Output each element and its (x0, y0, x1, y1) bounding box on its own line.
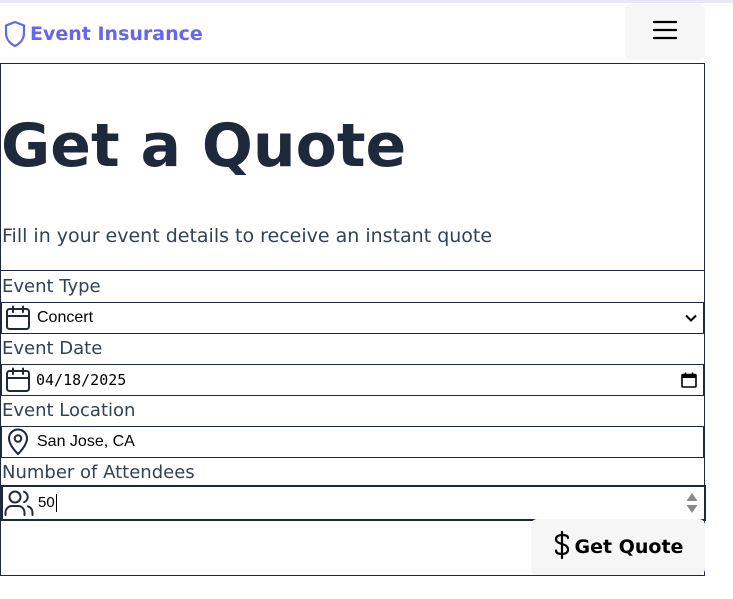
get-quote-button[interactable]: Get Quote (531, 519, 705, 575)
event-type-label: Event Type (2, 276, 101, 297)
section-divider (1, 270, 704, 271)
event-type-select[interactable]: Concert (1, 302, 704, 334)
dollar-sign-icon (553, 530, 571, 563)
page-subtitle: Fill in your event details to receive an… (2, 225, 493, 247)
users-icon (4, 488, 34, 518)
attendees-input[interactable]: 50 (1, 485, 706, 521)
get-quote-label: Get Quote (574, 536, 684, 558)
event-location-value: San Jose, CA (37, 433, 135, 450)
event-date-input[interactable]: 04/18/2025 (1, 364, 704, 396)
chevron-down-icon (685, 314, 697, 322)
number-spinner[interactable] (686, 492, 698, 514)
brand-name: Event Insurance (30, 23, 203, 45)
calendar-icon (3, 365, 33, 395)
attendees-value: 50 (38, 493, 57, 513)
event-type-value: Concert (37, 309, 94, 326)
map-pin-icon (3, 427, 33, 457)
date-picker-icon[interactable] (681, 372, 697, 388)
menu-button[interactable] (625, 4, 705, 60)
event-location-input[interactable]: San Jose, CA (1, 426, 704, 458)
hamburger-menu-icon (652, 20, 678, 44)
calendar-icon (3, 303, 33, 333)
event-date-value: 04/18/2025 (36, 371, 127, 389)
quote-card: Get a Quote Fill in your event details t… (0, 63, 706, 576)
event-date-label: Event Date (2, 338, 103, 359)
shield-icon (3, 20, 27, 48)
event-location-label: Event Location (2, 400, 136, 421)
page-title: Get a Quote (1, 111, 407, 181)
top-border (0, 0, 733, 3)
attendees-label: Number of Attendees (2, 462, 195, 483)
brand-link[interactable]: Event Insurance (3, 19, 203, 49)
